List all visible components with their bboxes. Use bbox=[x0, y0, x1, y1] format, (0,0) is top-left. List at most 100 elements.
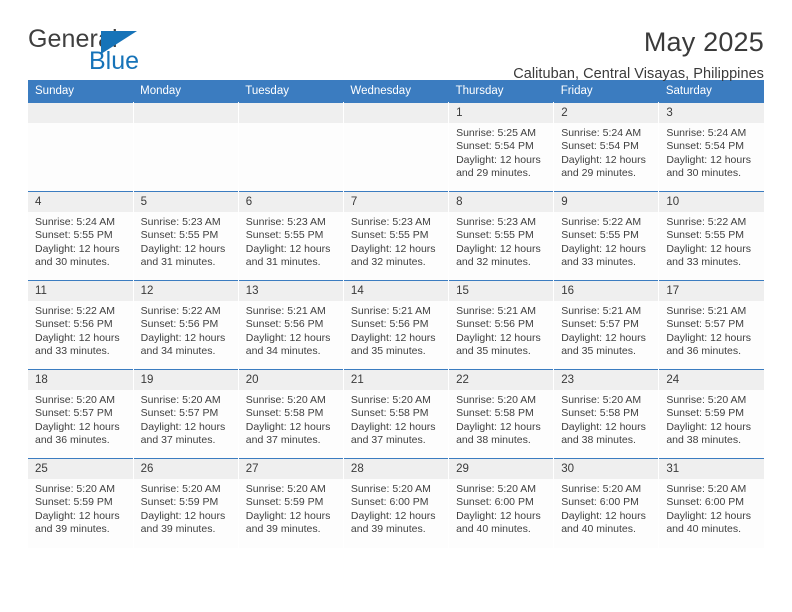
daylight-text-line1: Daylight: 12 hours bbox=[35, 242, 120, 255]
calendar-day-cell[interactable]: 10 Sunrise: 5:22 AM Sunset: 5:55 PM Dayligh… bbox=[658, 191, 764, 281]
sunrise-text: Sunrise: 5:23 AM bbox=[140, 216, 221, 228]
general-blue-logo[interactable]: General Blue bbox=[28, 27, 153, 77]
sunset-text: Sunset: 5:54 PM bbox=[666, 140, 744, 153]
sunrise-text: Sunrise: 5:20 AM bbox=[666, 483, 747, 495]
sunset-text: Sunset: 5:57 PM bbox=[35, 407, 113, 420]
calendar-day-cell[interactable]: 29 Sunrise: 5:20 AM Sunset: 6:00 PM Dayligh… bbox=[448, 458, 555, 548]
daylight-text-line1: Daylight: 12 hours bbox=[456, 509, 541, 522]
weekday-header-friday: Friday bbox=[553, 80, 659, 103]
daylight-text-line2: and 38 minutes. bbox=[561, 434, 636, 447]
calendar-day-cell[interactable]: 30 Sunrise: 5:20 AM Sunset: 6:00 PM Dayligh… bbox=[553, 458, 660, 548]
calendar-day-cell[interactable]: 2 Sunrise: 5:24 AM Sunset: 5:54 PM Daylight… bbox=[553, 102, 660, 192]
sunset-text: Sunset: 5:56 PM bbox=[140, 318, 219, 331]
calendar-day-cell[interactable]: 18 Sunrise: 5:20 AM Sunset: 5:57 PM Dayligh… bbox=[28, 369, 134, 459]
day-details: Sunrise: 5:20 AM Sunset: 5:59 PM Daylight:… bbox=[239, 479, 343, 537]
calendar-day-cell[interactable]: 25 Sunrise: 5:20 AM Sunset: 5:59 PM Dayligh… bbox=[28, 458, 134, 548]
daylight-text-line2: and 37 minutes. bbox=[350, 434, 426, 447]
calendar-body: 1 Sunrise: 5:25 AM Sunset: 5:54 PM Daylight… bbox=[28, 102, 764, 548]
daylight-text-line1: Daylight: 12 hours bbox=[245, 331, 331, 344]
calendar-week-row: 18 Sunrise: 5:20 AM Sunset: 5:57 PM Dayligh… bbox=[28, 369, 764, 459]
calendar-day-cell[interactable]: 3 Sunrise: 5:24 AM Sunset: 5:54 PM Daylight… bbox=[658, 102, 764, 192]
page-header: General Blue May 2025 Calituban, Central… bbox=[28, 0, 764, 83]
calendar-day-cell[interactable]: 23 Sunrise: 5:20 AM Sunset: 5:58 PM Dayligh… bbox=[553, 369, 660, 459]
sunset-text: Sunset: 5:55 PM bbox=[245, 229, 324, 242]
calendar-day-cell-empty bbox=[28, 102, 134, 192]
day-details: Sunrise: 5:21 AM Sunset: 5:56 PM Daylight:… bbox=[449, 301, 553, 359]
sunset-text: Sunset: 5:57 PM bbox=[140, 407, 219, 420]
calendar-day-cell[interactable]: 6 Sunrise: 5:23 AM Sunset: 5:55 PM Daylight… bbox=[238, 191, 344, 281]
sunset-text: Sunset: 5:59 PM bbox=[35, 496, 113, 509]
daylight-text-line2: and 40 minutes. bbox=[561, 523, 636, 536]
calendar-day-cell[interactable]: 20 Sunrise: 5:20 AM Sunset: 5:58 PM Dayligh… bbox=[238, 369, 344, 459]
sunrise-text: Sunrise: 5:20 AM bbox=[140, 483, 221, 495]
day-number: 18 bbox=[28, 370, 133, 390]
calendar-day-cell[interactable]: 19 Sunrise: 5:20 AM Sunset: 5:57 PM Dayligh… bbox=[133, 369, 239, 459]
sunrise-text: Sunrise: 5:23 AM bbox=[456, 216, 537, 228]
daylight-text-line2: and 32 minutes. bbox=[456, 256, 531, 269]
calendar-day-cell[interactable]: 11 Sunrise: 5:22 AM Sunset: 5:56 PM Dayligh… bbox=[28, 280, 134, 370]
sunrise-text: Sunrise: 5:20 AM bbox=[561, 483, 642, 495]
calendar-day-cell[interactable]: 13 Sunrise: 5:21 AM Sunset: 5:56 PM Dayligh… bbox=[238, 280, 344, 370]
sunset-text: Sunset: 5:54 PM bbox=[456, 140, 534, 153]
calendar-day-cell[interactable]: 17 Sunrise: 5:21 AM Sunset: 5:57 PM Dayligh… bbox=[658, 280, 764, 370]
daylight-text-line1: Daylight: 12 hours bbox=[456, 153, 541, 166]
sunrise-text: Sunrise: 5:24 AM bbox=[561, 127, 642, 139]
daylight-text-line1: Daylight: 12 hours bbox=[245, 509, 331, 522]
calendar-day-cell[interactable]: 22 Sunrise: 5:20 AM Sunset: 5:58 PM Dayligh… bbox=[448, 369, 555, 459]
day-number: 11 bbox=[28, 281, 133, 301]
calendar-day-cell[interactable]: 16 Sunrise: 5:21 AM Sunset: 5:57 PM Dayligh… bbox=[553, 280, 660, 370]
daylight-text-line2: and 36 minutes. bbox=[35, 434, 110, 447]
day-number: 6 bbox=[238, 192, 343, 212]
day-details: Sunrise: 5:22 AM Sunset: 5:56 PM Daylight:… bbox=[28, 301, 132, 359]
day-details: Sunrise: 5:23 AM Sunset: 5:55 PM Daylight:… bbox=[344, 212, 448, 270]
calendar-day-cell[interactable]: 14 Sunrise: 5:21 AM Sunset: 5:56 PM Dayligh… bbox=[343, 280, 450, 370]
sunrise-text: Sunrise: 5:23 AM bbox=[350, 216, 431, 228]
daylight-text-line2: and 37 minutes. bbox=[140, 434, 216, 447]
day-number: 16 bbox=[554, 281, 658, 301]
day-number: 24 bbox=[659, 370, 764, 390]
calendar-day-cell[interactable]: 31 Sunrise: 5:20 AM Sunset: 6:00 PM Dayligh… bbox=[658, 458, 764, 548]
calendar-day-cell[interactable]: 27 Sunrise: 5:20 AM Sunset: 5:59 PM Dayligh… bbox=[238, 458, 344, 548]
daylight-text-line2: and 35 minutes. bbox=[561, 345, 636, 358]
calendar-week-row: 1 Sunrise: 5:25 AM Sunset: 5:54 PM Daylight… bbox=[28, 102, 764, 192]
calendar-day-cell[interactable]: 24 Sunrise: 5:20 AM Sunset: 5:59 PM Dayligh… bbox=[658, 369, 764, 459]
day-number: 19 bbox=[133, 370, 238, 390]
sunset-text: Sunset: 5:57 PM bbox=[561, 318, 639, 331]
calendar-day-cell[interactable]: 28 Sunrise: 5:20 AM Sunset: 6:00 PM Dayligh… bbox=[343, 458, 450, 548]
day-details: Sunrise: 5:20 AM Sunset: 6:00 PM Daylight:… bbox=[554, 479, 658, 537]
daylight-text-line1: Daylight: 12 hours bbox=[140, 331, 226, 344]
calendar-day-cell[interactable]: 8 Sunrise: 5:23 AM Sunset: 5:55 PM Daylight… bbox=[448, 191, 555, 281]
sunset-text: Sunset: 5:55 PM bbox=[35, 229, 113, 242]
calendar-day-cell[interactable]: 1 Sunrise: 5:25 AM Sunset: 5:54 PM Daylight… bbox=[448, 102, 555, 192]
daylight-text-line1: Daylight: 12 hours bbox=[35, 331, 120, 344]
sunset-text: Sunset: 5:56 PM bbox=[245, 318, 324, 331]
calendar-day-cell[interactable]: 4 Sunrise: 5:24 AM Sunset: 5:55 PM Daylight… bbox=[28, 191, 134, 281]
day-details: Sunrise: 5:20 AM Sunset: 6:00 PM Daylight:… bbox=[449, 479, 553, 537]
weekday-header-tuesday: Tuesday bbox=[238, 80, 344, 103]
daylight-text-line2: and 31 minutes. bbox=[140, 256, 216, 269]
day-details: Sunrise: 5:24 AM Sunset: 5:54 PM Daylight:… bbox=[659, 123, 764, 181]
weekday-header-thursday: Thursday bbox=[448, 80, 554, 103]
calendar-day-cell[interactable]: 21 Sunrise: 5:20 AM Sunset: 5:58 PM Dayligh… bbox=[343, 369, 450, 459]
daylight-text-line2: and 35 minutes. bbox=[350, 345, 426, 358]
sunrise-text: Sunrise: 5:20 AM bbox=[35, 483, 115, 495]
title-block: May 2025 Calituban, Central Visayas, Phi… bbox=[513, 27, 764, 82]
sunset-text: Sunset: 5:58 PM bbox=[350, 407, 429, 420]
calendar-day-cell[interactable]: 12 Sunrise: 5:22 AM Sunset: 5:56 PM Dayligh… bbox=[133, 280, 239, 370]
day-details: Sunrise: 5:20 AM Sunset: 5:59 PM Daylight:… bbox=[659, 390, 764, 448]
daylight-text-line1: Daylight: 12 hours bbox=[561, 153, 646, 166]
calendar-day-cell[interactable]: 9 Sunrise: 5:22 AM Sunset: 5:55 PM Daylight… bbox=[553, 191, 660, 281]
sunrise-text: Sunrise: 5:20 AM bbox=[350, 483, 431, 495]
sunrise-text: Sunrise: 5:20 AM bbox=[561, 394, 642, 406]
logo-secondary-text: Blue bbox=[89, 47, 140, 75]
day-number: 4 bbox=[28, 192, 133, 212]
daylight-text-line2: and 38 minutes. bbox=[666, 434, 742, 447]
day-number: 13 bbox=[238, 281, 343, 301]
calendar-day-cell[interactable]: 5 Sunrise: 5:23 AM Sunset: 5:55 PM Daylight… bbox=[133, 191, 239, 281]
calendar-day-cell[interactable]: 7 Sunrise: 5:23 AM Sunset: 5:55 PM Daylight… bbox=[343, 191, 450, 281]
calendar-day-cell[interactable]: 15 Sunrise: 5:21 AM Sunset: 5:56 PM Dayligh… bbox=[448, 280, 555, 370]
daylight-text-line2: and 29 minutes. bbox=[561, 167, 636, 180]
day-number bbox=[133, 103, 238, 123]
sunrise-text: Sunrise: 5:20 AM bbox=[456, 483, 537, 495]
calendar-day-cell[interactable]: 26 Sunrise: 5:20 AM Sunset: 5:59 PM Dayligh… bbox=[133, 458, 239, 548]
